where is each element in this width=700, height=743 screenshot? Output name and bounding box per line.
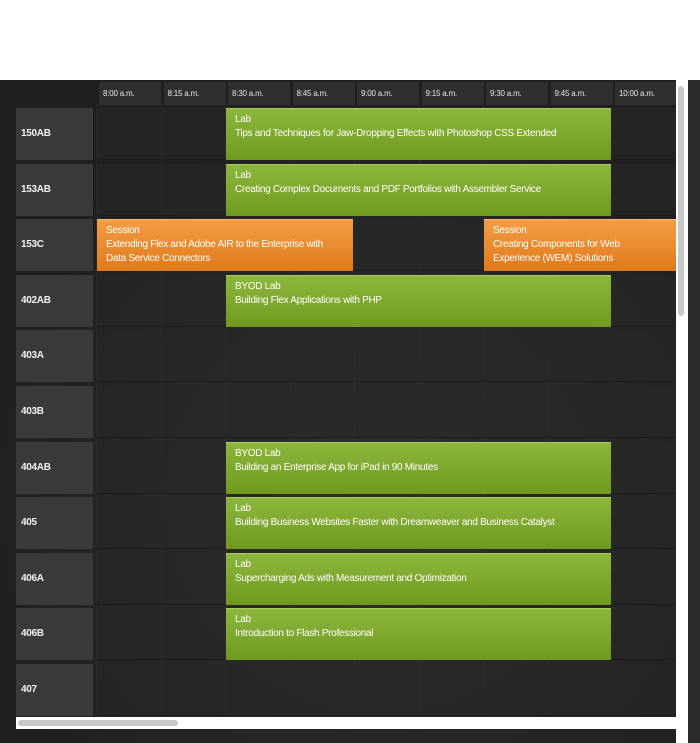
horizontal-scrollbar-thumb[interactable]	[18, 720, 178, 726]
room-label: 403B	[16, 386, 93, 438]
event-title: Supercharging Ads with Measurement and O…	[235, 572, 467, 584]
event-type: Lab	[235, 614, 251, 626]
room-label: 402AB	[16, 274, 93, 327]
event-title: Creating Components for Web Experience (…	[493, 239, 620, 265]
event-type: BYOD Lab	[235, 447, 281, 459]
time-slot-header: 9:30 a.m.	[486, 82, 548, 105]
time-slot-header: 8:00 a.m.	[99, 82, 161, 105]
schedule-event[interactable]: BYOD Lab Building Flex Applications with …	[226, 274, 611, 327]
event-title: Tips and Techniques for Jaw-Dropping Eff…	[235, 128, 557, 139]
room-label: 150AB	[16, 108, 93, 160]
event-type: Lab	[235, 114, 251, 125]
room-label: 405	[16, 497, 93, 550]
time-header: 8:00 a.m. 8:15 a.m. 8:30 a.m. 8:45 a.m. 9:00…	[97, 80, 677, 105]
event-type: Lab	[235, 169, 251, 181]
room-label: 406A	[16, 552, 93, 605]
event-type: Session	[106, 225, 140, 237]
time-slot-header: 9:15 a.m.	[421, 82, 484, 105]
event-type: Lab	[235, 558, 251, 570]
room-label: 153C	[16, 219, 93, 272]
room-track	[96, 386, 676, 438]
schedule-event[interactable]: Session Extending Flex and Adobe AIR to t…	[97, 219, 353, 272]
time-slot-header: 9:45 a.m.	[550, 82, 613, 105]
schedule-event[interactable]: Session Creating Components for Web Exper…	[484, 219, 676, 272]
event-type: Lab	[235, 503, 251, 515]
time-slot-header: 8:30 a.m.	[228, 82, 290, 105]
room-label: 406B	[16, 608, 93, 661]
event-type: Session	[493, 225, 527, 237]
event-title: Building Flex Applications with PHP	[235, 294, 382, 306]
time-slot-header: 8:15 a.m.	[163, 82, 226, 105]
scroll-gutter	[688, 80, 700, 743]
time-slot-header: 8:45 a.m.	[292, 82, 355, 105]
schedule-event[interactable]: Lab Creating Complex Documents and PDF Po…	[226, 163, 611, 216]
schedule-event[interactable]: Lab Building Business Websites Faster wit…	[226, 497, 611, 550]
schedule-event[interactable]: Lab Introduction to Flash Professional	[226, 608, 611, 661]
room-label: 153AB	[16, 163, 93, 216]
room-label: 403A	[16, 330, 93, 383]
schedule-event[interactable]: BYOD Lab Building an Enterprise App for i…	[226, 441, 611, 494]
event-title: Building Business Websites Faster with D…	[235, 517, 555, 529]
schedule-grid: 8:00 a.m. 8:15 a.m. 8:30 a.m. 8:45 a.m. 9:00…	[0, 80, 700, 743]
room-label: 407	[16, 664, 93, 716]
event-type: BYOD Lab	[235, 280, 281, 292]
room-track	[96, 330, 676, 383]
room-label: 404AB	[16, 441, 93, 494]
time-slot-header: 10:00 a.m.	[615, 82, 677, 105]
schedule-event[interactable]: Lab Supercharging Ads with Measurement an…	[226, 552, 611, 605]
event-title: Building an Enterprise App for iPad in 9…	[235, 461, 438, 473]
event-title: Introduction to Flash Professional	[235, 628, 374, 640]
vertical-scrollbar-thumb[interactable]	[678, 86, 684, 316]
time-slot-header: 9:00 a.m.	[357, 82, 419, 105]
event-title: Extending Flex and Adobe AIR to the Ente…	[106, 239, 324, 265]
event-title: Creating Complex Documents and PDF Portf…	[235, 183, 541, 195]
schedule-event[interactable]: Lab Tips and Techniques for Jaw-Dropping …	[226, 108, 611, 160]
room-track	[96, 664, 676, 716]
